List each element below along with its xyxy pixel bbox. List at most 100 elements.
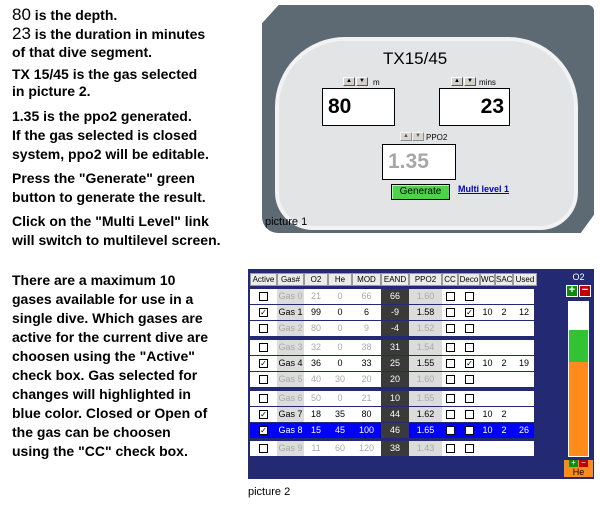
o2-cell: 36 <box>310 358 321 368</box>
he-decrease-button[interactable]: − <box>579 459 588 467</box>
generate-button[interactable]: Generate <box>391 184 450 200</box>
mod-cell: 80 <box>361 409 372 419</box>
gas-description-line: blue color. Closed or Open of <box>12 405 208 421</box>
duration-number: 23 <box>12 24 31 43</box>
mod-cell: 21 <box>361 393 372 403</box>
ppo2-cell: 1.52 <box>409 321 442 336</box>
eand-cell: 66 <box>381 289 409 304</box>
wc-cell <box>480 289 495 304</box>
deco-checkbox[interactable]: ✓ <box>465 308 474 317</box>
active-checkbox[interactable]: ✓ <box>259 359 268 368</box>
column-header-used: Used <box>513 273 537 286</box>
active-checkbox[interactable] <box>259 444 268 453</box>
cc-checkbox[interactable] <box>446 359 455 368</box>
gas-cell: Gas 8 <box>278 425 303 435</box>
deco-checkbox[interactable] <box>465 410 474 419</box>
ppo2-up-button[interactable]: ▲ <box>400 132 412 141</box>
gas-cell: Gas 0 <box>277 289 304 304</box>
deco-checkbox[interactable]: ✓ <box>465 359 474 368</box>
deco-checkbox[interactable] <box>465 426 474 435</box>
ppo2-label: PPO2 <box>426 133 448 142</box>
he-increase-button[interactable]: + <box>569 459 578 467</box>
mod-cell: 9 <box>363 323 369 333</box>
o2-decrease-button[interactable]: − <box>579 285 591 297</box>
gas-cell: Gas 2 <box>277 321 304 336</box>
cc-checkbox[interactable] <box>446 375 455 384</box>
column-header-wc: WC <box>480 273 495 286</box>
o2-cell: 99 <box>310 307 321 317</box>
deco-checkbox[interactable] <box>465 343 474 352</box>
gas-description-line: using the "CC" check box. <box>12 443 188 459</box>
active-checkbox[interactable]: ✓ <box>259 426 268 435</box>
o2-cell: 11 <box>311 443 321 453</box>
he-section: + − He <box>564 459 593 477</box>
depth-number: 80 <box>12 5 31 24</box>
sac-cell: 2 <box>501 409 507 419</box>
ppo2-cell: 1.54 <box>409 340 442 355</box>
mins-input[interactable]: 23 <box>439 88 510 126</box>
gas-description-line: active for the current dive are <box>12 329 209 345</box>
mod-cell: 33 <box>361 358 372 368</box>
cc-checkbox[interactable] <box>446 394 455 403</box>
active-checkbox[interactable]: ✓ <box>259 308 268 317</box>
he-cell: 0 <box>337 307 343 317</box>
mins-down-button[interactable]: ▼ <box>464 77 476 86</box>
cc-checkbox[interactable] <box>446 444 455 453</box>
cc-checkbox[interactable] <box>446 324 455 333</box>
deco-checkbox[interactable] <box>465 292 474 301</box>
deco-checkbox[interactable] <box>465 375 474 384</box>
sac-cell: 2 <box>501 307 507 317</box>
o2-label: O2 <box>572 272 585 282</box>
cc-checkbox[interactable] <box>446 308 455 317</box>
gas-cell: Gas 4 <box>277 356 304 371</box>
cc-checkbox[interactable] <box>446 343 455 352</box>
active-checkbox[interactable]: ✓ <box>259 410 268 419</box>
active-checkbox[interactable] <box>259 292 268 301</box>
eand-cell: 25 <box>381 356 409 371</box>
cc-checkbox[interactable] <box>446 410 455 419</box>
ppo2-down-button[interactable]: ▼ <box>412 132 424 141</box>
he-cell: 35 <box>334 409 345 419</box>
cc-checkbox[interactable] <box>446 426 455 435</box>
eand-cell: 46 <box>381 423 409 438</box>
o2-increase-button[interactable]: + <box>566 285 578 297</box>
column-header-eand: EAND <box>381 273 409 286</box>
deco-checkbox[interactable] <box>465 394 474 403</box>
multilevel-note: Click on the "Multi Level" link <box>12 213 209 229</box>
o2-cell: 80 <box>310 323 321 333</box>
sac-cell <box>495 391 513 406</box>
gauge-he-fill <box>569 362 588 456</box>
used-cell <box>513 340 535 355</box>
active-checkbox[interactable] <box>259 394 268 403</box>
duration-note-cont: of that dive segment. <box>12 44 153 60</box>
mins-up-button[interactable]: ▲ <box>451 77 463 86</box>
depth-unit-label: m <box>373 78 380 87</box>
multilevel-note-cont: will switch to multilevel screen. <box>12 232 221 248</box>
mod-cell: 66 <box>361 291 372 301</box>
deco-checkbox[interactable] <box>465 324 474 333</box>
gas-mix-gauge <box>568 301 589 457</box>
active-checkbox[interactable] <box>259 375 268 384</box>
active-checkbox[interactable] <box>259 343 268 352</box>
ppo2-cell: 1.43 <box>409 441 442 456</box>
depth-input[interactable]: 80 <box>322 88 395 126</box>
wc-cell: 10 <box>482 358 493 368</box>
deco-checkbox[interactable] <box>465 444 474 453</box>
wc-cell <box>480 340 495 355</box>
depth-up-button[interactable]: ▲ <box>343 77 355 86</box>
ppo2-cell: 1.65 <box>416 425 435 435</box>
gas-description-line: the gas can be choosen <box>12 424 171 440</box>
used-cell <box>513 289 535 304</box>
ppo2-input[interactable]: 1.35 <box>382 144 456 180</box>
ppo2-note: 1.35 is the ppo2 generated. <box>12 108 192 124</box>
active-checkbox[interactable] <box>259 324 268 333</box>
ppo2-cell: 1.55 <box>409 356 442 371</box>
multi-level-link[interactable]: Multi level 1 <box>458 184 509 194</box>
depth-down-button[interactable]: ▼ <box>356 77 368 86</box>
he-label: He <box>572 467 585 477</box>
he-cell: 30 <box>334 374 345 384</box>
he-cell: 0 <box>337 342 343 352</box>
column-header-o2: O2 <box>304 273 328 286</box>
cc-checkbox[interactable] <box>446 292 455 301</box>
used-cell <box>513 321 535 336</box>
